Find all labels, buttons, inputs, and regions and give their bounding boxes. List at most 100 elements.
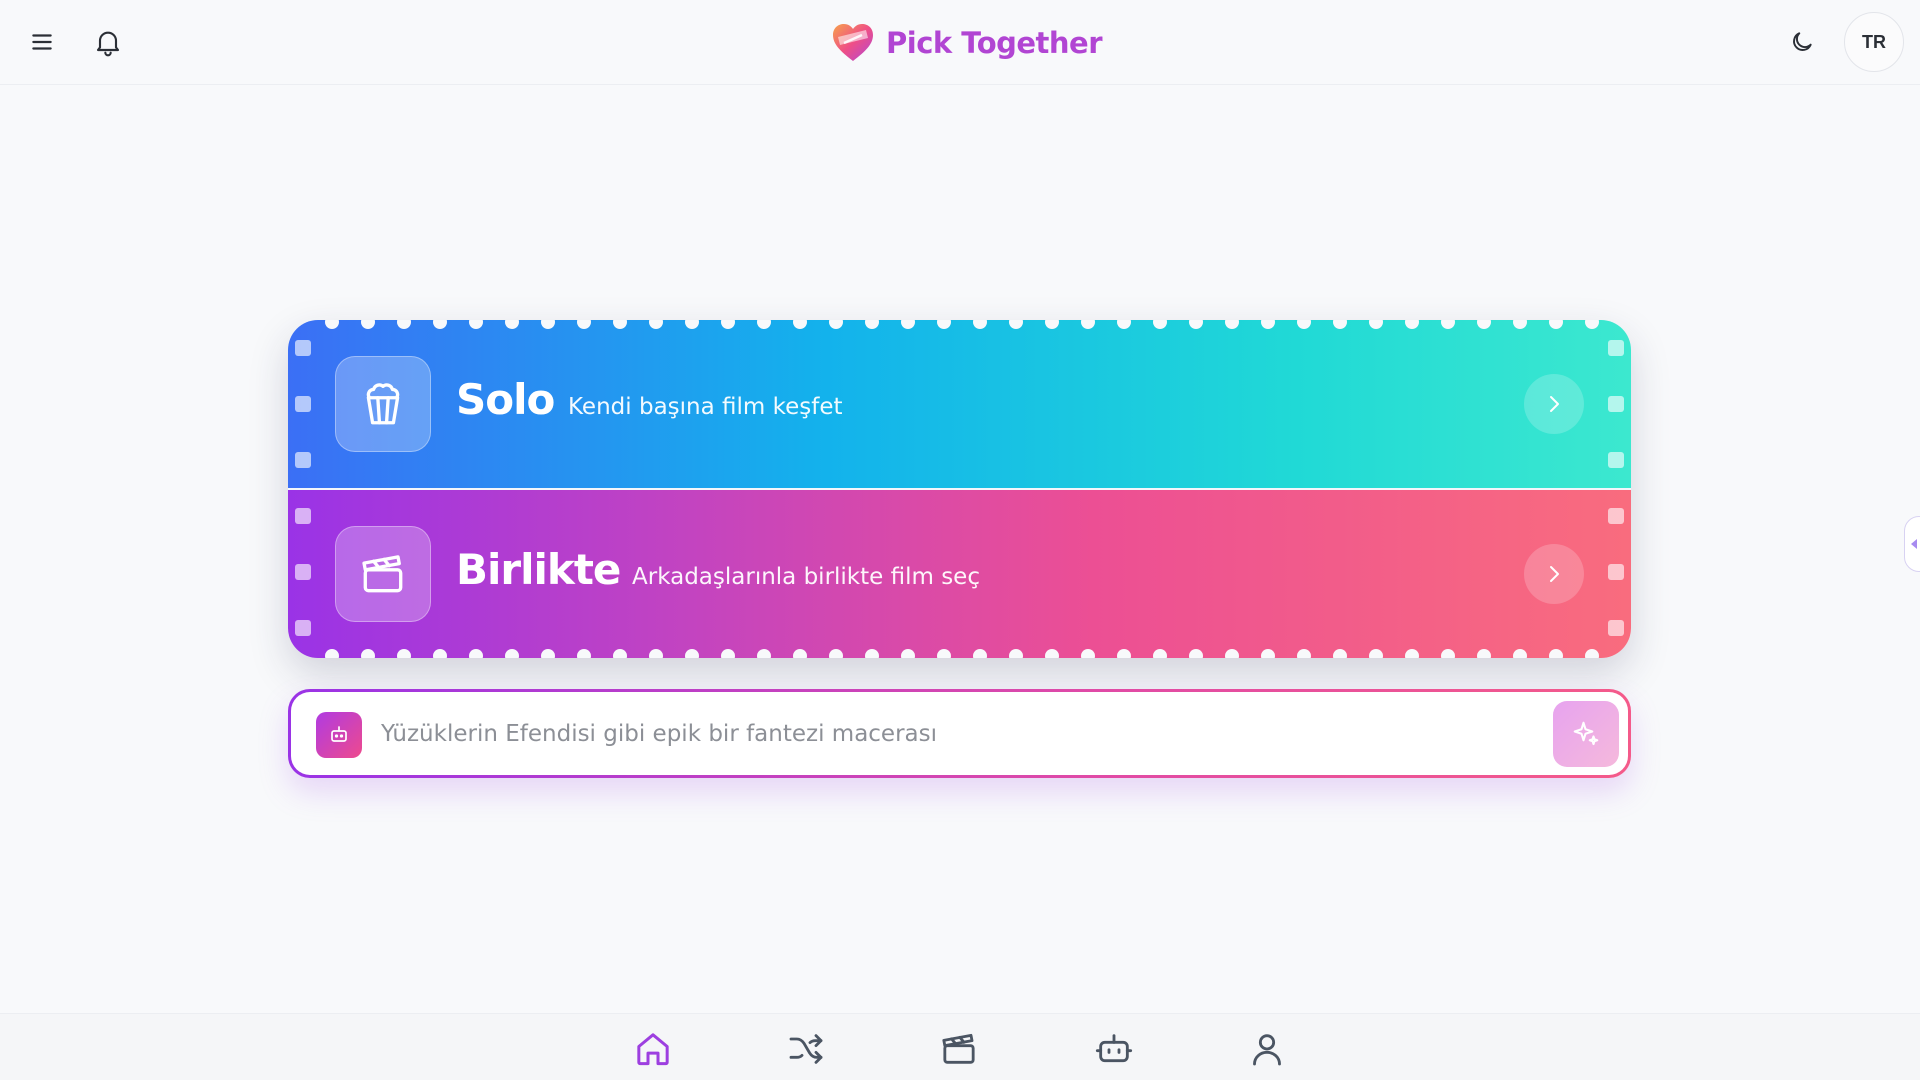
perforation-hole — [397, 649, 411, 658]
caret-left-icon — [1911, 539, 1917, 549]
app-title: Pick Together — [886, 26, 1103, 60]
user-icon — [1253, 1034, 1281, 1066]
solo-icon-tile — [335, 356, 431, 452]
heart-logo-icon — [833, 24, 873, 61]
perforation-hole — [1189, 649, 1203, 658]
perforation-hole — [1189, 320, 1203, 329]
perforation-hole — [685, 320, 699, 329]
nav-profile[interactable] — [1242, 1024, 1292, 1074]
perforation-hole — [469, 320, 483, 329]
perforation-hole — [1225, 320, 1239, 329]
bottom-navigation — [0, 1013, 1920, 1080]
ai-submit-button[interactable] — [1553, 701, 1619, 767]
perforation-hole — [1441, 320, 1455, 329]
perforation-hole — [1477, 320, 1491, 329]
theme-toggle-button[interactable] — [1782, 22, 1822, 62]
perforation-hole — [361, 320, 375, 329]
film-sprocket — [1608, 620, 1624, 636]
perforation-hole — [469, 649, 483, 658]
together-mode-card[interactable]: Birlikte Arkadaşlarınla birlikte film se… — [288, 490, 1631, 658]
solo-arrow-button[interactable] — [1524, 374, 1584, 434]
perforation-hole — [865, 649, 879, 658]
perforation-hole — [937, 649, 951, 658]
perforation-hole — [1405, 320, 1419, 329]
film-sprocket — [1608, 396, 1624, 412]
ai-search-input[interactable] — [381, 706, 1511, 762]
perforation-hole — [361, 649, 375, 658]
film-perforation-top — [288, 320, 1631, 329]
clapperboard-icon — [942, 1033, 975, 1064]
perforation-hole — [1333, 320, 1347, 329]
together-arrow-button[interactable] — [1524, 544, 1584, 604]
nav-home[interactable] — [628, 1024, 678, 1074]
solo-subtitle: Kendi başına film keşfet — [568, 394, 843, 420]
brand-logo[interactable]: Pick Together — [830, 20, 1103, 66]
perforation-hole — [685, 649, 699, 658]
perforation-hole — [433, 320, 447, 329]
menu-icon — [32, 34, 52, 50]
perforation-hole — [433, 649, 447, 658]
perforation-hole — [1117, 649, 1131, 658]
perforation-hole — [1477, 649, 1491, 658]
perforation-hole — [1333, 649, 1347, 658]
perforation-hole — [577, 649, 591, 658]
perforation-hole — [1297, 320, 1311, 329]
solo-mode-card[interactable]: Solo Kendi başına film keşfet — [288, 320, 1631, 488]
language-button[interactable]: TR — [1844, 12, 1904, 72]
perforation-hole — [613, 320, 627, 329]
film-sprocket — [295, 564, 311, 580]
home-icon — [637, 1033, 669, 1066]
perforation-hole — [793, 320, 807, 329]
film-sprocket — [1608, 508, 1624, 524]
perforation-hole — [649, 649, 663, 658]
perforation-hole — [1081, 649, 1095, 658]
film-sprocket — [295, 620, 311, 636]
film-sprocket — [1608, 564, 1624, 580]
mode-film-strip: Solo Kendi başına film keşfet Birlikte A… — [288, 320, 1631, 658]
film-sprocket — [295, 340, 311, 356]
perforation-hole — [505, 320, 519, 329]
perforation-hole — [829, 320, 843, 329]
together-icon-tile — [335, 526, 431, 622]
perforation-hole — [1045, 320, 1059, 329]
film-sprocket — [1608, 340, 1624, 356]
side-drawer-handle[interactable] — [1904, 516, 1920, 572]
perforation-hole — [1297, 649, 1311, 658]
perforation-hole — [325, 649, 339, 658]
perforation-hole — [1585, 320, 1599, 329]
film-sprocket — [295, 508, 311, 524]
perforation-hole — [1261, 649, 1275, 658]
together-title: Birlikte — [456, 545, 621, 594]
perforation-hole — [973, 320, 987, 329]
bell-icon — [96, 31, 120, 57]
perforation-hole — [613, 649, 627, 658]
perforation-hole — [541, 649, 555, 658]
notifications-button[interactable] — [88, 20, 128, 64]
perforation-hole — [1549, 649, 1563, 658]
film-perforation-bottom — [288, 649, 1631, 658]
nav-shuffle[interactable] — [781, 1024, 831, 1074]
perforation-hole — [865, 320, 879, 329]
perforation-hole — [757, 320, 771, 329]
perforation-hole — [1441, 649, 1455, 658]
perforation-hole — [577, 320, 591, 329]
popcorn-icon — [366, 383, 400, 425]
menu-button[interactable] — [22, 22, 62, 62]
sparkle-icon — [1573, 721, 1599, 746]
nav-movies[interactable] — [934, 1024, 984, 1074]
perforation-hole — [1081, 320, 1095, 329]
perforation-hole — [937, 320, 951, 329]
perforation-hole — [1549, 320, 1563, 329]
perforation-hole — [649, 320, 663, 329]
top-header: Pick Together TR — [0, 0, 1920, 85]
perforation-hole — [1009, 320, 1023, 329]
perforation-hole — [829, 649, 843, 658]
perforation-hole — [541, 320, 555, 329]
perforation-hole — [1513, 649, 1527, 658]
perforation-hole — [325, 320, 339, 329]
moon-icon — [1793, 32, 1812, 51]
perforation-hole — [1117, 320, 1131, 329]
perforation-hole — [973, 649, 987, 658]
nav-assistant[interactable] — [1089, 1024, 1139, 1074]
perforation-hole — [1513, 320, 1527, 329]
